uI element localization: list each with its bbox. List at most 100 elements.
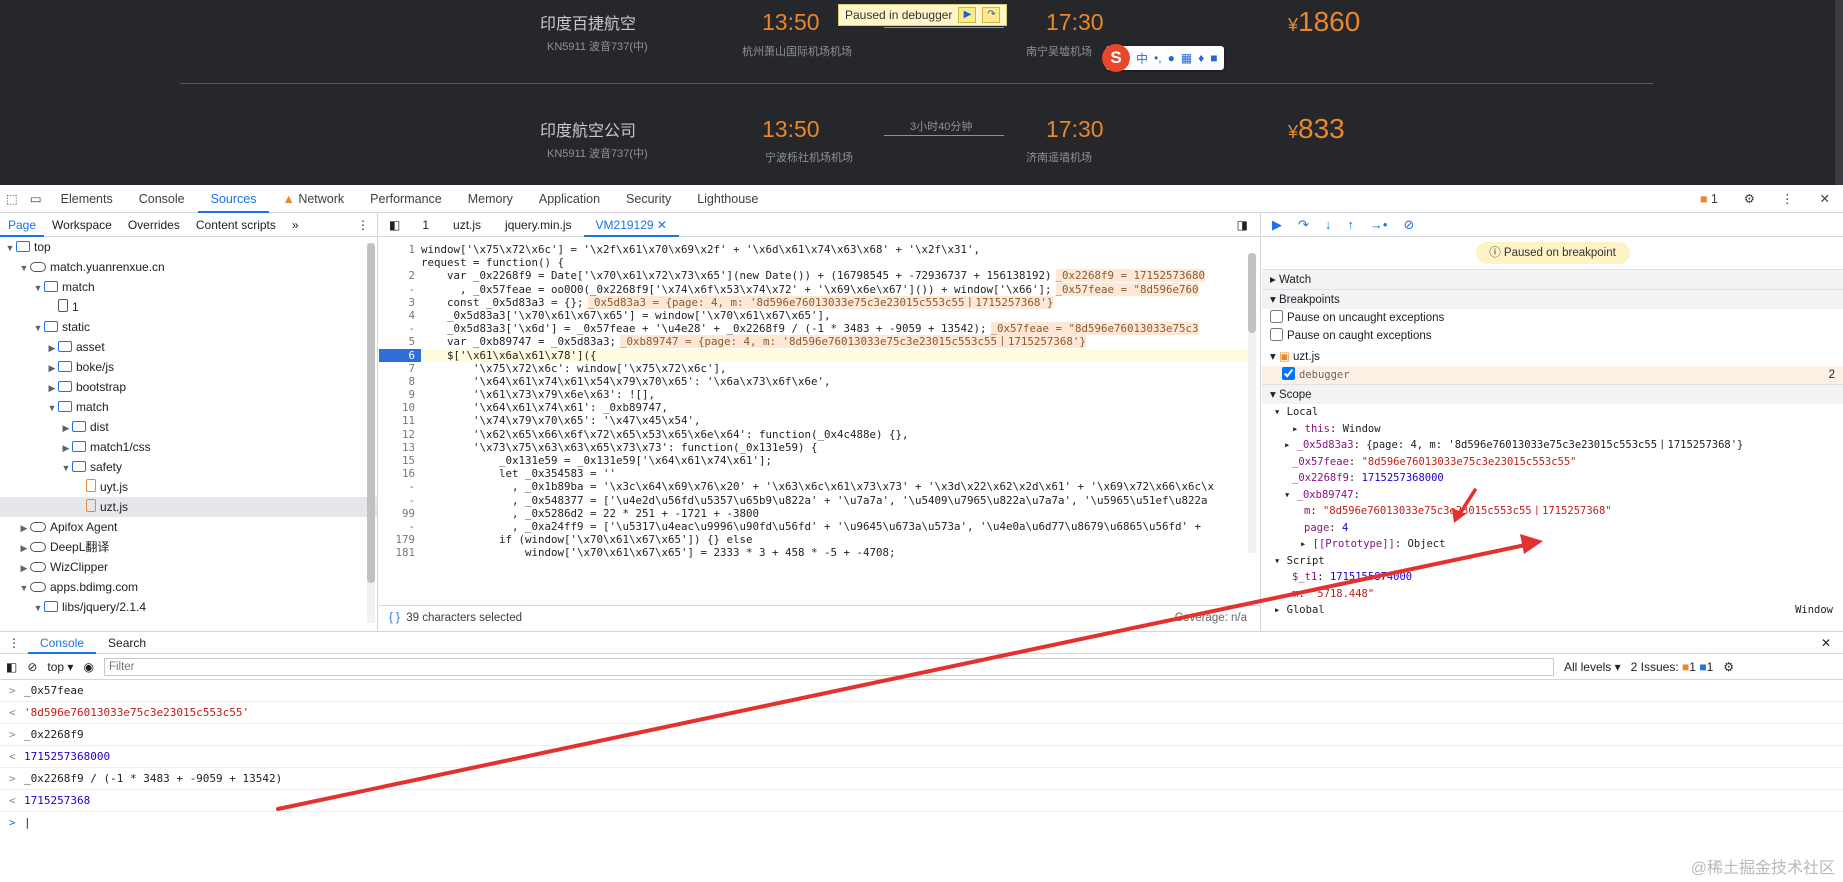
tab-page[interactable]: Page xyxy=(0,213,45,237)
line-number[interactable]: 5 xyxy=(379,335,421,348)
clear-console-icon[interactable]: ⊘ xyxy=(27,660,37,674)
collapsed-arrow-icon[interactable]: ▶ xyxy=(60,418,72,438)
breakpoint-checkbox[interactable] xyxy=(1282,367,1295,380)
code-line[interactable]: - , _0x1b89ba = '\x3c\x64\x69\x76\x20' +… xyxy=(379,480,1249,493)
tree-item[interactable]: ▶ WizClipper xyxy=(0,557,377,577)
code-line[interactable]: - , _0xa24ff9 = ['\u5317\u4eac\u9996\u90… xyxy=(379,520,1249,533)
code-line[interactable]: 10 '\x64\x61\x74\x61': _0xb89747, xyxy=(379,401,1249,414)
line-number[interactable]: - xyxy=(379,480,421,493)
code-line[interactable]: 8 '\x64\x61\x74\x61\x54\x79\x70\x65': '\… xyxy=(379,375,1249,388)
collapsed-arrow-icon[interactable]: ▶ xyxy=(46,378,58,398)
deactivate-breakpoints-icon[interactable]: ⊘ xyxy=(1403,217,1414,233)
pause-caught-row[interactable]: Pause on caught exceptions xyxy=(1262,327,1843,345)
tree-item[interactable]: ▼ match xyxy=(0,277,377,297)
tab-network[interactable]: ▲ Network xyxy=(269,185,357,213)
pretty-print-icon[interactable]: { } xyxy=(389,612,400,624)
tab-console[interactable]: Console xyxy=(126,185,198,213)
tree-item[interactable]: ▼ libs/jquery/2.1.4 xyxy=(0,597,377,617)
scope-variable[interactable]: ▸ this: Window xyxy=(1262,421,1843,438)
tree-item[interactable]: ▶ Apifox Agent xyxy=(0,517,377,537)
tree-item[interactable]: ▶ dist xyxy=(0,417,377,437)
expand-arrow-icon[interactable]: ▸ xyxy=(1292,423,1305,435)
microphone-icon[interactable]: ● xyxy=(1168,51,1175,65)
tab-lighthouse[interactable]: Lighthouse xyxy=(684,185,771,213)
line-number[interactable]: - xyxy=(379,494,421,507)
scope-variable[interactable]: page: 4 xyxy=(1262,520,1843,537)
line-number[interactable]: 7 xyxy=(379,362,421,375)
scroll-thumb[interactable] xyxy=(1248,253,1256,333)
code-line[interactable]: 99 , _0x5286d2 = 22 * 251 + -1721 + -380… xyxy=(379,507,1249,520)
line-number[interactable]: 9 xyxy=(379,388,421,401)
expanded-arrow-icon[interactable]: ▼ xyxy=(18,578,30,598)
editor-tab-uzt[interactable]: uzt.js xyxy=(441,213,493,237)
tab-content-scripts[interactable]: Content scripts xyxy=(188,213,284,237)
code-line[interactable]: 9 '\x61\x73\x79\x6e\x63': ![], xyxy=(379,388,1249,401)
issues-counter[interactable]: 2 Issues: ■1 ■1 xyxy=(1631,660,1714,674)
skin-icon[interactable]: ♦ xyxy=(1198,51,1204,65)
line-number[interactable]: 13 xyxy=(379,441,421,454)
code-lines[interactable]: 1 window['\x75\x72\x6c'] = '\x2f\x61\x70\… xyxy=(379,243,1249,595)
expanded-arrow-icon[interactable]: ▼ xyxy=(32,278,44,298)
editor-tab-jquery[interactable]: jquery.min.js xyxy=(493,213,583,237)
line-number[interactable]: 181 xyxy=(379,546,421,559)
line-number[interactable]: 99 xyxy=(379,507,421,520)
line-number[interactable]: - xyxy=(379,322,421,335)
code-line[interactable]: 16 let _0x354583 = '' xyxy=(379,467,1249,480)
sidebar-toggle-icon[interactable]: ◧ xyxy=(6,660,17,674)
tree-item[interactable]: ▼ match xyxy=(0,397,377,417)
tab-elements[interactable]: Elements xyxy=(48,185,126,213)
breakpoints-section-header[interactable]: ▾ Breakpoints xyxy=(1262,289,1843,309)
tree-item[interactable]: ▼ safety xyxy=(0,457,377,477)
tree-item[interactable]: ▼ top xyxy=(0,237,377,257)
collapsed-arrow-icon[interactable]: ▶ xyxy=(18,538,30,558)
scope-variable[interactable]: _0x2268f9: 1715257368000 xyxy=(1262,470,1843,487)
scope-variable[interactable]: ▾ _0xb89747: xyxy=(1262,487,1843,504)
toggle-navigator-icon[interactable]: ◧ xyxy=(379,213,410,237)
breakpoint-file-row[interactable]: ▾ ▣ uzt.js xyxy=(1262,348,1843,366)
scroll-thumb[interactable] xyxy=(367,243,375,583)
collapsed-arrow-icon[interactable]: ▶ xyxy=(46,358,58,378)
watch-section-header[interactable]: ▸ Watch xyxy=(1262,269,1843,289)
drawer-tab-console[interactable]: Console xyxy=(28,632,97,654)
issues-badge[interactable]: ■ 1 xyxy=(1687,185,1731,213)
tree-item[interactable]: ▶ boke/js xyxy=(0,357,377,377)
expanded-arrow-icon[interactable]: ▼ xyxy=(4,238,16,258)
pause-uncaught-row[interactable]: Pause on uncaught exceptions xyxy=(1262,309,1843,327)
code-line[interactable]: 7 '\x75\x72\x6c': window['\x75\x72\x6c']… xyxy=(379,362,1249,375)
tab-sources[interactable]: Sources xyxy=(197,185,270,213)
toolbox-icon[interactable]: ■ xyxy=(1210,51,1217,65)
navigator-menu-icon[interactable]: ⋮ xyxy=(349,213,377,237)
resume-icon[interactable]: ▶ xyxy=(1272,217,1282,233)
tab-workspace[interactable]: Workspace xyxy=(44,213,120,237)
line-number[interactable]: 6 xyxy=(379,348,421,362)
expanded-arrow-icon[interactable]: ▼ xyxy=(32,598,44,618)
code-line[interactable]: 13 '\x73\x75\x63\x63\x65\x73\x73': funct… xyxy=(379,441,1249,454)
keyboard-icon[interactable]: ▦ xyxy=(1181,51,1192,65)
device-toolbar-icon[interactable]: ▭ xyxy=(24,185,48,213)
line-number[interactable]: 8 xyxy=(379,375,421,388)
tab-overrides[interactable]: Overrides xyxy=(120,213,188,237)
scope-variable[interactable]: m: "8d596e76013033e75c3e23015c553c55丨171… xyxy=(1262,503,1843,520)
scope-section-header[interactable]: ▾ Scope xyxy=(1262,384,1843,404)
tree-item[interactable]: ▼ static xyxy=(0,317,377,337)
editor-scrollbar[interactable] xyxy=(1248,253,1256,553)
expand-arrow-icon[interactable]: ▸ xyxy=(1300,538,1313,550)
script-variable[interactable]: m: "5718.448" xyxy=(1262,586,1843,603)
resume-icon[interactable]: ▶ xyxy=(958,7,977,23)
expanded-arrow-icon[interactable]: ▼ xyxy=(32,318,44,338)
step-over-icon[interactable]: ↷ xyxy=(982,7,1001,23)
toggle-debugger-icon[interactable]: ◨ xyxy=(1225,213,1260,237)
line-number[interactable]: 10 xyxy=(379,401,421,414)
scope-variable[interactable]: ▸ [[Prototype]]: Object xyxy=(1262,536,1843,553)
console-filter-input[interactable]: Filter xyxy=(103,657,1554,676)
collapsed-arrow-icon[interactable]: ▶ xyxy=(46,338,58,358)
global-scope-header[interactable]: ▸ Global Window xyxy=(1262,602,1843,619)
line-number[interactable]: 1 xyxy=(379,243,421,256)
collapsed-arrow-icon[interactable]: ▶ xyxy=(60,438,72,458)
punctuation-icon[interactable]: •, xyxy=(1154,51,1162,65)
code-line[interactable]: 179 if (window['\x70\x61\x67\x65']) {} e… xyxy=(379,533,1249,546)
tab-application[interactable]: Application xyxy=(526,185,613,213)
step-over-icon[interactable]: ↷ xyxy=(1298,217,1309,233)
script-scope-header[interactable]: ▾ Script xyxy=(1262,553,1843,570)
code-line[interactable]: - , _0x57feae = oo0O0(_0x2268f9['\x74\x6… xyxy=(379,282,1249,296)
